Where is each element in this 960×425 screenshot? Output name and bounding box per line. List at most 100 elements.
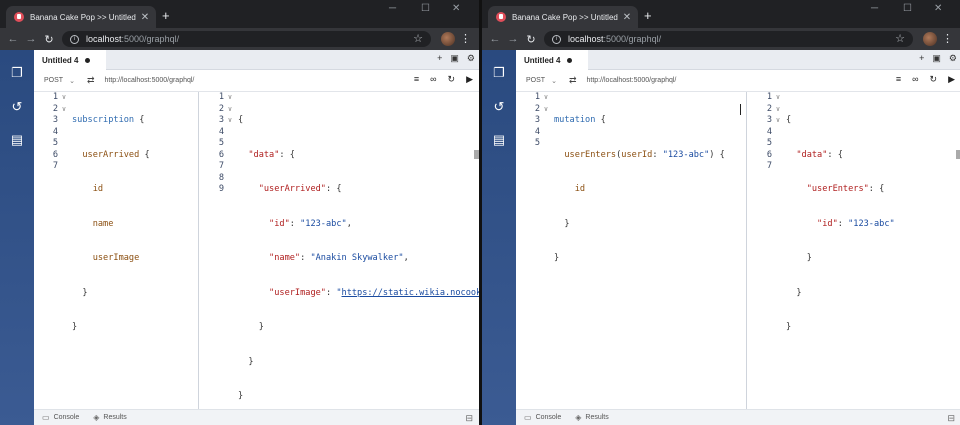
pane-divider[interactable] <box>746 92 747 409</box>
user-image-link[interactable]: https://static.wikia.nocookie <box>342 288 479 298</box>
line-gutter: 1 ∨ 2 ∨ 3 4 5 6 7 <box>34 92 70 173</box>
fold-icon[interactable]: ∨ <box>58 104 70 116</box>
fold-icon[interactable]: ∨ <box>224 92 236 104</box>
query-editor[interactable]: 1 ∨ 2 ∨ 3 4 5 6 7 subscription { userArriv… <box>34 92 198 409</box>
results-icon: ◈ <box>575 413 582 422</box>
profile-avatar[interactable] <box>441 32 455 46</box>
back-icon[interactable]: ← <box>486 33 504 45</box>
settings-gear-icon[interactable]: ⚙ <box>949 53 957 64</box>
info-icon[interactable]: i <box>552 34 561 44</box>
browser-window-right: Banana Cake Pop >> Untitled 4 ✕ + ─ ☐ ✕ … <box>482 0 960 425</box>
forward-icon[interactable]: → <box>22 33 40 45</box>
forward-icon[interactable]: → <box>504 33 522 45</box>
schema-book-icon[interactable]: ▤ <box>10 133 24 147</box>
maximize-icon[interactable]: ☐ <box>903 3 912 14</box>
endpoint-url[interactable]: http://localhost:5000/graphql/ <box>104 77 194 84</box>
menu-kebab-icon[interactable]: ⋮ <box>942 32 953 45</box>
add-document-icon[interactable]: + <box>919 53 924 64</box>
reload-icon[interactable]: ↻ <box>522 33 540 46</box>
browser-tab-title: Banana Cake Pop >> Untitled 4 <box>512 12 620 22</box>
fold-icon[interactable]: ∨ <box>540 104 552 116</box>
bookmark-star-icon[interactable]: ☆ <box>895 32 905 45</box>
status-bar: ▭ Console ◈ Results ⊟ <box>516 409 960 425</box>
close-tab-icon[interactable]: ✕ <box>138 12 152 23</box>
history-icon[interactable]: ↺ <box>492 100 506 114</box>
endpoint-url[interactable]: http://localhost:5000/graphql/ <box>586 77 676 84</box>
info-icon[interactable]: i <box>70 34 79 44</box>
line-gutter: 1 ∨ 2 ∨ 3 4 5 <box>516 92 552 150</box>
results-tab[interactable]: ◈ Results <box>575 413 609 422</box>
tab-untitled-4[interactable]: Untitled 4 <box>34 50 106 70</box>
maximize-icon[interactable]: ☐ <box>421 3 430 14</box>
scrollbar-thumb[interactable] <box>956 150 960 159</box>
refresh-schema-icon[interactable]: ↻ <box>448 74 456 85</box>
browser-toolbar: ← → ↻ i localhost:5000/graphql/ ☆ ⋮ <box>0 28 479 50</box>
http-method-select[interactable]: POST <box>526 77 545 84</box>
pane-divider[interactable] <box>198 92 199 409</box>
profile-avatar[interactable] <box>923 32 937 46</box>
fold-icon[interactable]: ∨ <box>772 115 784 127</box>
reload-icon[interactable]: ↻ <box>40 33 58 46</box>
document-actions: + ▣ ⚙ <box>919 53 957 64</box>
doc-tab-label: Untitled 4 <box>42 55 79 65</box>
run-play-icon[interactable]: ▶ <box>948 74 955 85</box>
new-tab-button[interactable]: + <box>162 8 170 23</box>
close-window-icon[interactable]: ✕ <box>452 3 460 14</box>
console-tab[interactable]: ▭ Console <box>524 413 561 422</box>
url-host: localhost <box>86 34 122 44</box>
link-icon[interactable]: ∞ <box>430 74 436 85</box>
chevron-down-icon[interactable]: ⌄ <box>551 77 557 85</box>
panel-toggle-icon[interactable]: ⊟ <box>947 413 955 424</box>
documents-icon[interactable]: ❐ <box>492 66 506 80</box>
unsaved-dot-icon <box>567 57 573 63</box>
tab-strip: Banana Cake Pop >> Untitled 4 ✕ + ─ ☐ ✕ <box>482 0 960 28</box>
browser-tab[interactable]: Banana Cake Pop >> Untitled 4 ✕ <box>488 6 638 28</box>
new-tab-button[interactable]: + <box>644 8 652 23</box>
add-document-icon[interactable]: + <box>437 53 442 64</box>
save-icon[interactable]: ▣ <box>450 53 459 64</box>
fold-icon[interactable]: ∨ <box>58 92 70 104</box>
history-icon[interactable]: ↺ <box>10 100 24 114</box>
fold-icon[interactable]: ∨ <box>224 115 236 127</box>
schema-book-icon[interactable]: ▤ <box>492 133 506 147</box>
http-method-select[interactable]: POST <box>44 77 63 84</box>
bookmark-star-icon[interactable]: ☆ <box>413 32 423 45</box>
swap-icon[interactable]: ⇄ <box>569 75 577 86</box>
line-gutter: 1 ∨ 2 ∨ 3 ∨ 4 5 6 7 8 9 <box>200 92 236 196</box>
settings-gear-icon[interactable]: ⚙ <box>467 53 475 64</box>
line-gutter: 1 ∨ 2 ∨ 3 ∨ 4 5 6 7 <box>748 92 784 173</box>
query-code[interactable]: mutation { userEnters(userId: "123-abc")… <box>554 92 746 288</box>
results-tab[interactable]: ◈ Results <box>93 413 127 422</box>
fold-icon[interactable]: ∨ <box>772 92 784 104</box>
format-icon[interactable]: ≡ <box>896 74 901 85</box>
browser-tab[interactable]: Banana Cake Pop >> Untitled 4 ✕ <box>6 6 156 28</box>
panel-toggle-icon[interactable]: ⊟ <box>465 413 473 424</box>
run-play-icon[interactable]: ▶ <box>466 74 473 85</box>
swap-icon[interactable]: ⇄ <box>87 75 95 86</box>
fold-icon[interactable]: ∨ <box>540 92 552 104</box>
back-icon[interactable]: ← <box>4 33 22 45</box>
minimize-icon[interactable]: ─ <box>871 3 878 14</box>
query-code[interactable]: subscription { userArrived { id name use… <box>72 92 198 357</box>
close-window-icon[interactable]: ✕ <box>934 3 942 14</box>
console-tab[interactable]: ▭ Console <box>42 413 79 422</box>
refresh-schema-icon[interactable]: ↻ <box>930 74 938 85</box>
address-bar[interactable]: i localhost:5000/graphql/ ☆ <box>62 31 431 47</box>
chevron-down-icon[interactable]: ⌄ <box>69 77 75 85</box>
link-icon[interactable]: ∞ <box>912 74 918 85</box>
tab-untitled-4[interactable]: Untitled 4 <box>516 50 588 70</box>
minimize-icon[interactable]: ─ <box>389 3 396 14</box>
workspace: Untitled 4 + ▣ ⚙ POST ⌄ ⇄ http://localho… <box>34 50 479 425</box>
url-path: :5000/graphql/ <box>603 34 662 44</box>
fold-icon[interactable]: ∨ <box>772 104 784 116</box>
save-icon[interactable]: ▣ <box>932 53 941 64</box>
url-path: :5000/graphql/ <box>121 34 180 44</box>
close-tab-icon[interactable]: ✕ <box>620 12 634 23</box>
fold-icon[interactable]: ∨ <box>224 104 236 116</box>
documents-icon[interactable]: ❐ <box>10 66 24 80</box>
address-bar[interactable]: i localhost:5000/graphql/ ☆ <box>544 31 913 47</box>
format-icon[interactable]: ≡ <box>414 74 419 85</box>
menu-kebab-icon[interactable]: ⋮ <box>460 32 471 45</box>
query-editor[interactable]: 1 ∨ 2 ∨ 3 4 5 mutation { userEnters(userId… <box>516 92 746 409</box>
result-viewer: 1 ∨ 2 ∨ 3 ∨ 4 5 6 7 { "data": { "userEnters… <box>748 92 960 409</box>
